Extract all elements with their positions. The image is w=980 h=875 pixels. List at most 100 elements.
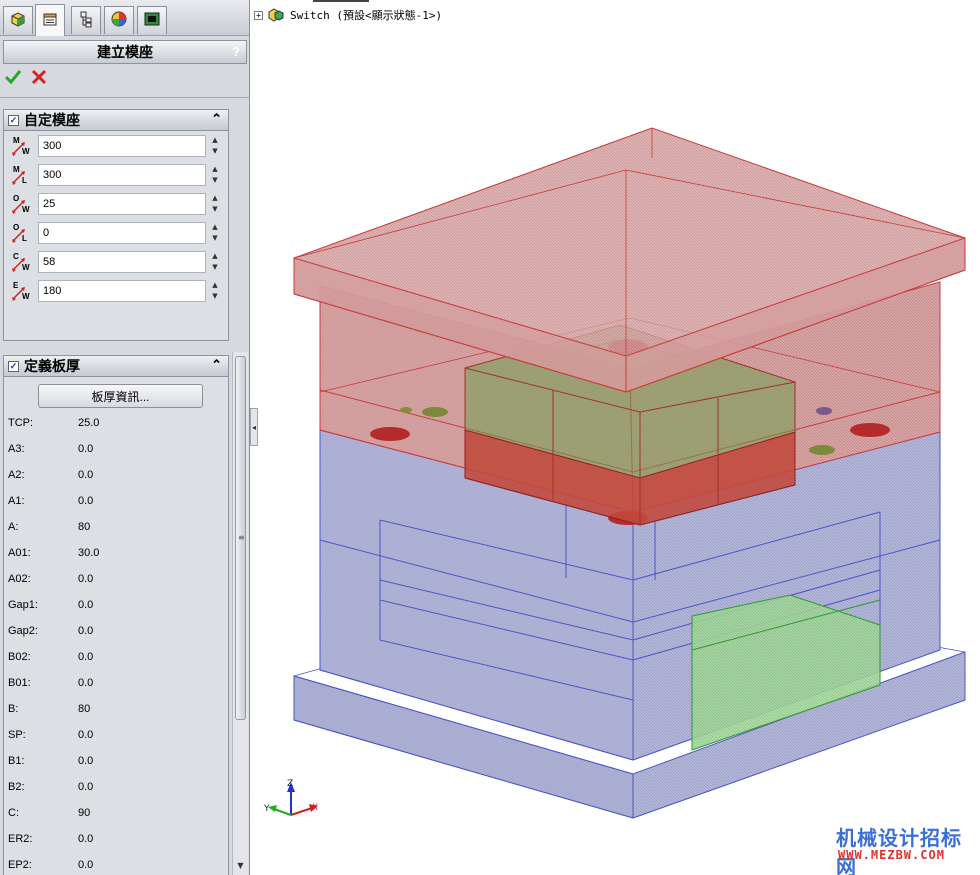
group-header-plate-thickness[interactable]: ✓ 定義板厚 ⌃	[3, 355, 229, 377]
configuration-manager-icon	[77, 10, 95, 31]
display-manager-icon	[110, 10, 128, 31]
thickness-value: 30.0	[78, 547, 100, 559]
spin-up-icon[interactable]: ▲	[209, 251, 221, 262]
param-input[interactable]: 0	[38, 222, 206, 244]
thickness-value: 0.0	[78, 859, 94, 871]
param-input[interactable]: 300	[38, 164, 206, 186]
dimension-param-icon: OL	[10, 222, 34, 244]
thickness-value: 25.0	[78, 417, 100, 429]
spin-down-icon[interactable]: ▼	[209, 175, 221, 186]
tab-property-manager[interactable]	[35, 4, 65, 36]
thickness-value: 0.0	[78, 469, 94, 481]
param-input[interactable]: 300	[38, 135, 206, 157]
dimxpert-icon	[143, 10, 161, 31]
thickness-key: A3:	[8, 443, 25, 455]
tab-display-manager[interactable]	[104, 6, 134, 34]
dimension-param-icon: CW	[10, 251, 34, 273]
thickness-value: 0.0	[78, 833, 94, 845]
manager-tab-bar	[0, 0, 249, 36]
thickness-value: 0.0	[78, 625, 94, 637]
dimension-param-icon: ML	[10, 164, 34, 186]
thickness-row: A01: 30.0	[8, 544, 218, 564]
cancel-button[interactable]	[30, 68, 48, 86]
thickness-key: TCP:	[8, 417, 34, 429]
scroll-down-arrow-icon[interactable]: ▼	[233, 859, 248, 873]
help-icon[interactable]: ?	[232, 44, 240, 59]
thickness-row: Gap1: 0.0	[8, 596, 218, 616]
svg-text:W: W	[22, 292, 30, 301]
spinner[interactable]: ▲ ▼	[209, 251, 221, 273]
ok-button[interactable]	[4, 68, 22, 86]
thickness-value: 0.0	[78, 729, 94, 741]
spinner[interactable]: ▲ ▼	[209, 280, 221, 302]
tab-feature-manager[interactable]	[3, 6, 33, 34]
thickness-key: B2:	[8, 781, 25, 793]
thickness-row: Gap2: 0.0	[8, 622, 218, 642]
spin-down-icon[interactable]: ▼	[209, 291, 221, 302]
spinner[interactable]: ▲ ▼	[209, 135, 221, 157]
svg-text:O: O	[13, 223, 19, 232]
spin-up-icon[interactable]: ▲	[209, 280, 221, 291]
thickness-key: A01:	[8, 547, 31, 559]
triad-z-label: Z	[287, 779, 294, 789]
thickness-row: A3: 0.0	[8, 440, 218, 460]
panel-splitter-handle[interactable]: ◂	[250, 408, 258, 446]
param-row: O L 0 ▲ ▼	[4, 220, 230, 246]
param-input[interactable]: 25	[38, 193, 206, 215]
x-icon	[31, 69, 47, 85]
spin-down-icon[interactable]: ▼	[209, 233, 221, 244]
thickness-value: 0.0	[78, 573, 94, 585]
tab-configuration-manager[interactable]	[71, 6, 101, 34]
thickness-key: Gap2:	[8, 625, 38, 637]
spin-up-icon[interactable]: ▲	[209, 222, 221, 233]
thickness-value: 80	[78, 521, 91, 533]
spinner[interactable]: ▲ ▼	[209, 164, 221, 186]
group-checkbox-thickness[interactable]: ✓	[8, 360, 19, 372]
feature-manager-icon	[9, 10, 27, 31]
panel-scrollbar[interactable]: ≡ ▼	[232, 352, 248, 875]
tab-dimxpert-manager[interactable]	[137, 6, 167, 34]
spin-down-icon[interactable]: ▼	[209, 204, 221, 215]
thickness-key: B1:	[8, 755, 25, 767]
graphics-viewport[interactable]: Z X Y	[258, 24, 980, 875]
feature-tree: + Switch (預設<顯示狀態-1>)	[254, 5, 442, 25]
thickness-key: A02:	[8, 573, 31, 585]
tree-item-root[interactable]: Switch (預設<顯示狀態-1>)	[290, 7, 442, 23]
group-checkbox-custom[interactable]: ✓	[8, 114, 19, 126]
thickness-key: A1:	[8, 495, 25, 507]
svg-text:M: M	[13, 165, 20, 174]
group-header-custom-mold-base[interactable]: ✓ 自定模座 ⌃	[3, 109, 229, 131]
spinner[interactable]: ▲ ▼	[209, 193, 221, 215]
spin-up-icon[interactable]: ▲	[209, 135, 221, 146]
thickness-key: A:	[8, 521, 19, 533]
thickness-row: B02: 0.0	[8, 648, 218, 668]
svg-text:C: C	[13, 252, 19, 261]
spin-down-icon[interactable]: ▼	[209, 262, 221, 273]
param-input[interactable]: 180	[38, 280, 206, 302]
param-input[interactable]: 58	[38, 251, 206, 273]
svg-text:L: L	[22, 176, 27, 185]
collapse-icon[interactable]: ⌃	[211, 357, 222, 373]
thickness-info-button[interactable]: 板厚資訊...	[38, 384, 203, 408]
dimension-param-icon: OW	[10, 193, 34, 215]
spinner[interactable]: ▲ ▼	[209, 222, 221, 244]
spin-down-icon[interactable]: ▼	[209, 146, 221, 157]
thickness-value: 0.0	[78, 781, 94, 793]
thickness-row: EP2: 0.0	[8, 856, 218, 875]
thickness-key: ER2:	[8, 833, 33, 845]
scroll-thumb[interactable]: ≡	[235, 356, 246, 720]
property-manager-icon	[41, 10, 59, 31]
spin-up-icon[interactable]: ▲	[209, 164, 221, 175]
tree-expand-icon[interactable]: +	[254, 10, 263, 20]
thickness-key: C:	[8, 807, 19, 819]
thickness-row: B1: 0.0	[8, 752, 218, 772]
thickness-key: B01:	[8, 677, 31, 689]
check-icon	[4, 70, 22, 85]
collapse-icon[interactable]: ⌃	[211, 111, 222, 127]
triad-x-label: X	[312, 803, 319, 813]
thickness-row: A02: 0.0	[8, 570, 218, 590]
svg-text:L: L	[22, 234, 27, 243]
spin-up-icon[interactable]: ▲	[209, 193, 221, 204]
thickness-row: ER2: 0.0	[8, 830, 218, 850]
svg-text:W: W	[22, 147, 30, 156]
